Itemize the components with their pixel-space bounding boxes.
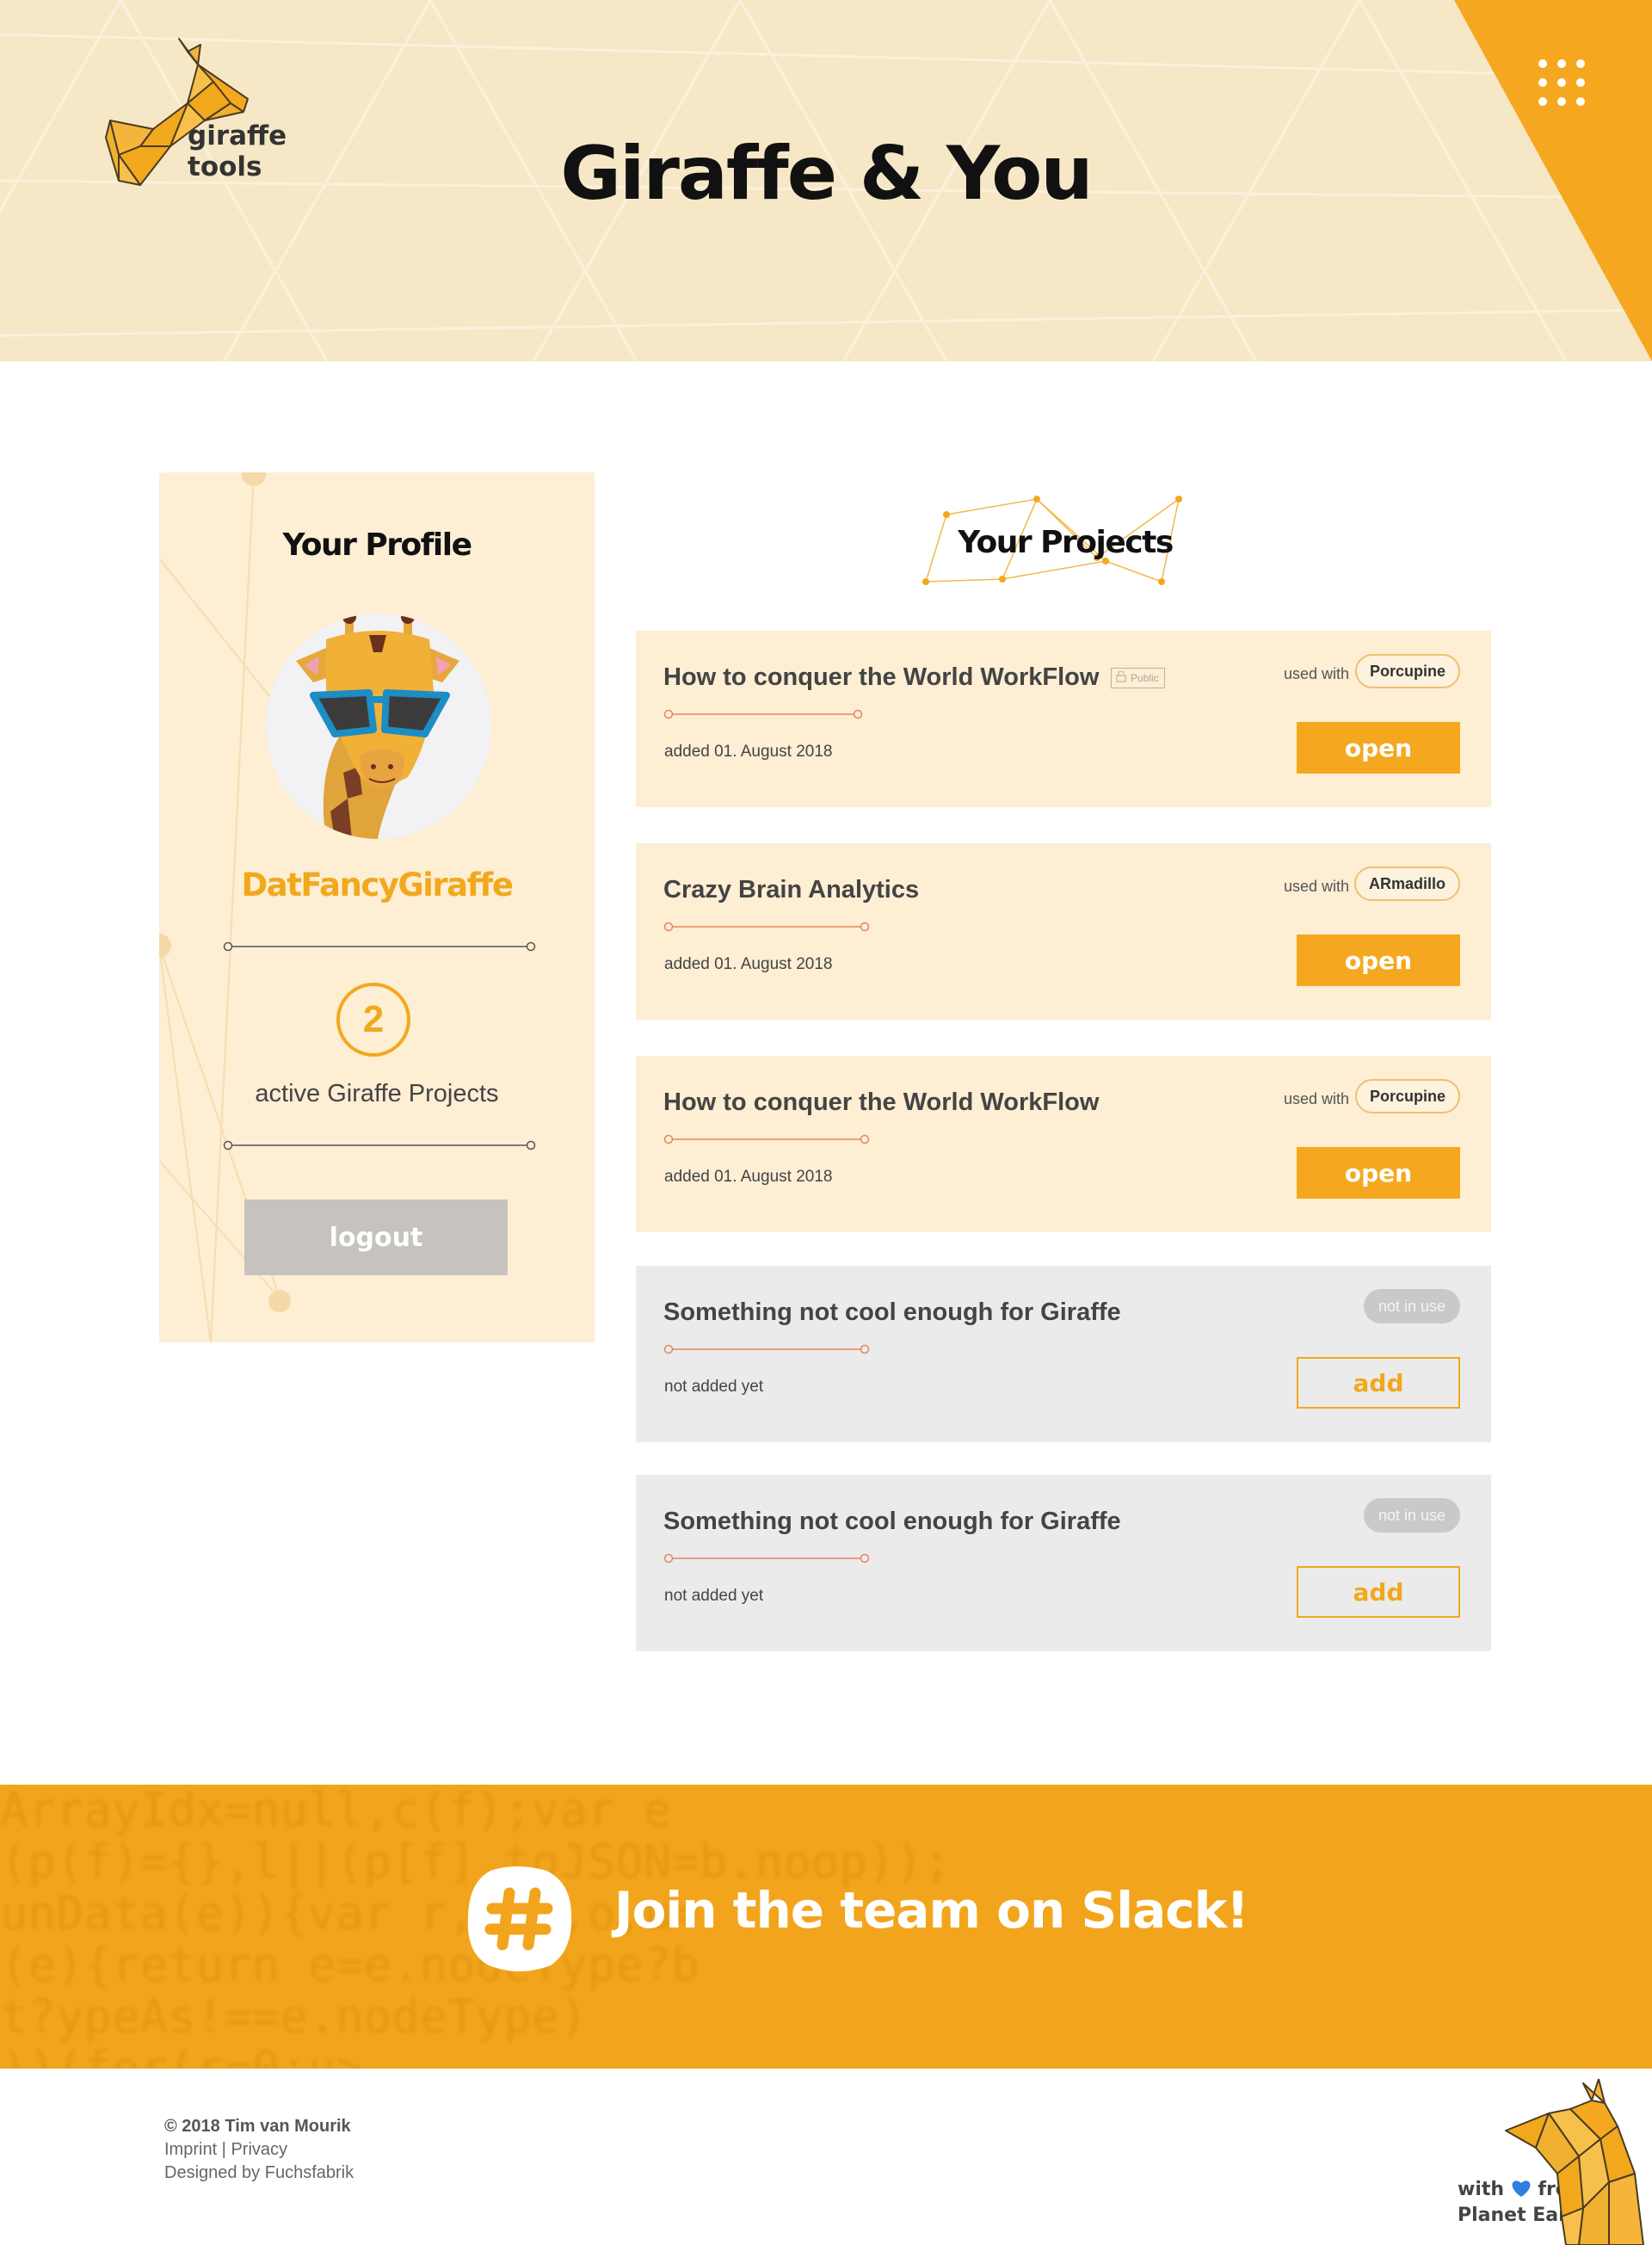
project-card: Something not cool enough for Giraffe no… [636, 1475, 1491, 1651]
status-pill: not in use [1363, 1289, 1460, 1323]
project-divider [663, 1553, 870, 1563]
profile-title: Your Profile [282, 527, 472, 563]
project-date: not added yet [664, 1587, 764, 1605]
avatar [266, 614, 491, 839]
status-pill: not in use [1363, 1498, 1460, 1533]
active-projects-label: active Giraffe Projects [255, 1080, 499, 1107]
slack-banner: ArrayIdx=null,c(f);var e (p(f)={},l||(p[… [0, 1785, 1652, 2069]
project-date: not added yet [664, 1378, 764, 1396]
tool-pill[interactable]: Porcupine [1354, 654, 1460, 688]
project-date: added 01. August 2018 [664, 1168, 833, 1186]
header: giraffe tools Giraffe & You [0, 0, 1652, 361]
public-badge: Public [1111, 668, 1165, 688]
privacy-link[interactable]: Privacy [231, 2140, 287, 2159]
username: DatFancyGiraffe [241, 867, 514, 904]
project-card: How to conquer the World WorkFlow added … [636, 1056, 1491, 1232]
page-title: Giraffe & You [560, 131, 1093, 217]
slack-hash-icon[interactable] [465, 1864, 575, 1974]
footer: © 2018 Tim van Mourik Imprint | Privacy … [0, 2069, 1652, 2245]
project-divider [663, 1134, 870, 1144]
add-button[interactable]: add [1297, 1566, 1460, 1618]
used-with-label: used with [1283, 665, 1349, 682]
divider [223, 941, 536, 952]
projects-header: Your Projects [912, 489, 1196, 592]
open-button[interactable]: open [1297, 934, 1460, 986]
giraffe-avatar-icon [296, 614, 459, 839]
project-title: How to conquer the World WorkFlow [663, 1089, 1100, 1116]
grid-dots-icon[interactable] [1536, 57, 1587, 108]
used-with-label: used with [1283, 1090, 1349, 1107]
project-title: Crazy Brain Analytics [663, 876, 920, 904]
imprint-link[interactable]: Imprint [164, 2140, 217, 2159]
profile-card: Your Profile DatFancyGiraffe 2 active Gi… [159, 472, 595, 1342]
logout-button[interactable]: logout [244, 1200, 508, 1275]
giraffe-logo-icon [1505, 2079, 1644, 2245]
copyright: © 2018 Tim van Mourik [164, 2117, 351, 2136]
project-title: Something not cool enough for Giraffe [663, 1298, 1121, 1326]
add-button[interactable]: add [1297, 1357, 1460, 1409]
project-divider [663, 709, 863, 719]
project-divider [663, 1344, 870, 1354]
divider [223, 1140, 536, 1150]
projects-title: Your Projects [958, 525, 1174, 560]
designed-by: Designed by Fuchsfabrik [164, 2163, 354, 2182]
link-separator: | [217, 2140, 231, 2159]
project-date: added 01. August 2018 [664, 955, 833, 973]
open-button[interactable]: open [1297, 722, 1460, 774]
open-button[interactable]: open [1297, 1147, 1460, 1199]
public-badge-label: Public [1131, 672, 1159, 684]
slack-join-link[interactable]: Join the team on Slack! [614, 1881, 1249, 1940]
footer-links: Imprint | Privacy [164, 2140, 287, 2160]
project-title: How to conquer the World WorkFlow [663, 663, 1100, 691]
project-title: Something not cool enough for Giraffe [663, 1508, 1121, 1535]
lock-open-icon [1116, 671, 1126, 682]
active-projects-count: 2 [336, 983, 410, 1057]
project-card: Crazy Brain Analytics added 01. August 2… [636, 843, 1491, 1020]
project-card: How to conquer the World WorkFlow Public… [636, 631, 1491, 807]
tool-pill[interactable]: ARmadillo [1353, 867, 1460, 901]
tool-pill[interactable]: Porcupine [1354, 1079, 1460, 1113]
project-card: Something not cool enough for Giraffe no… [636, 1266, 1491, 1442]
project-date: added 01. August 2018 [664, 743, 833, 761]
used-with-label: used with [1283, 878, 1349, 895]
project-divider [663, 922, 870, 932]
